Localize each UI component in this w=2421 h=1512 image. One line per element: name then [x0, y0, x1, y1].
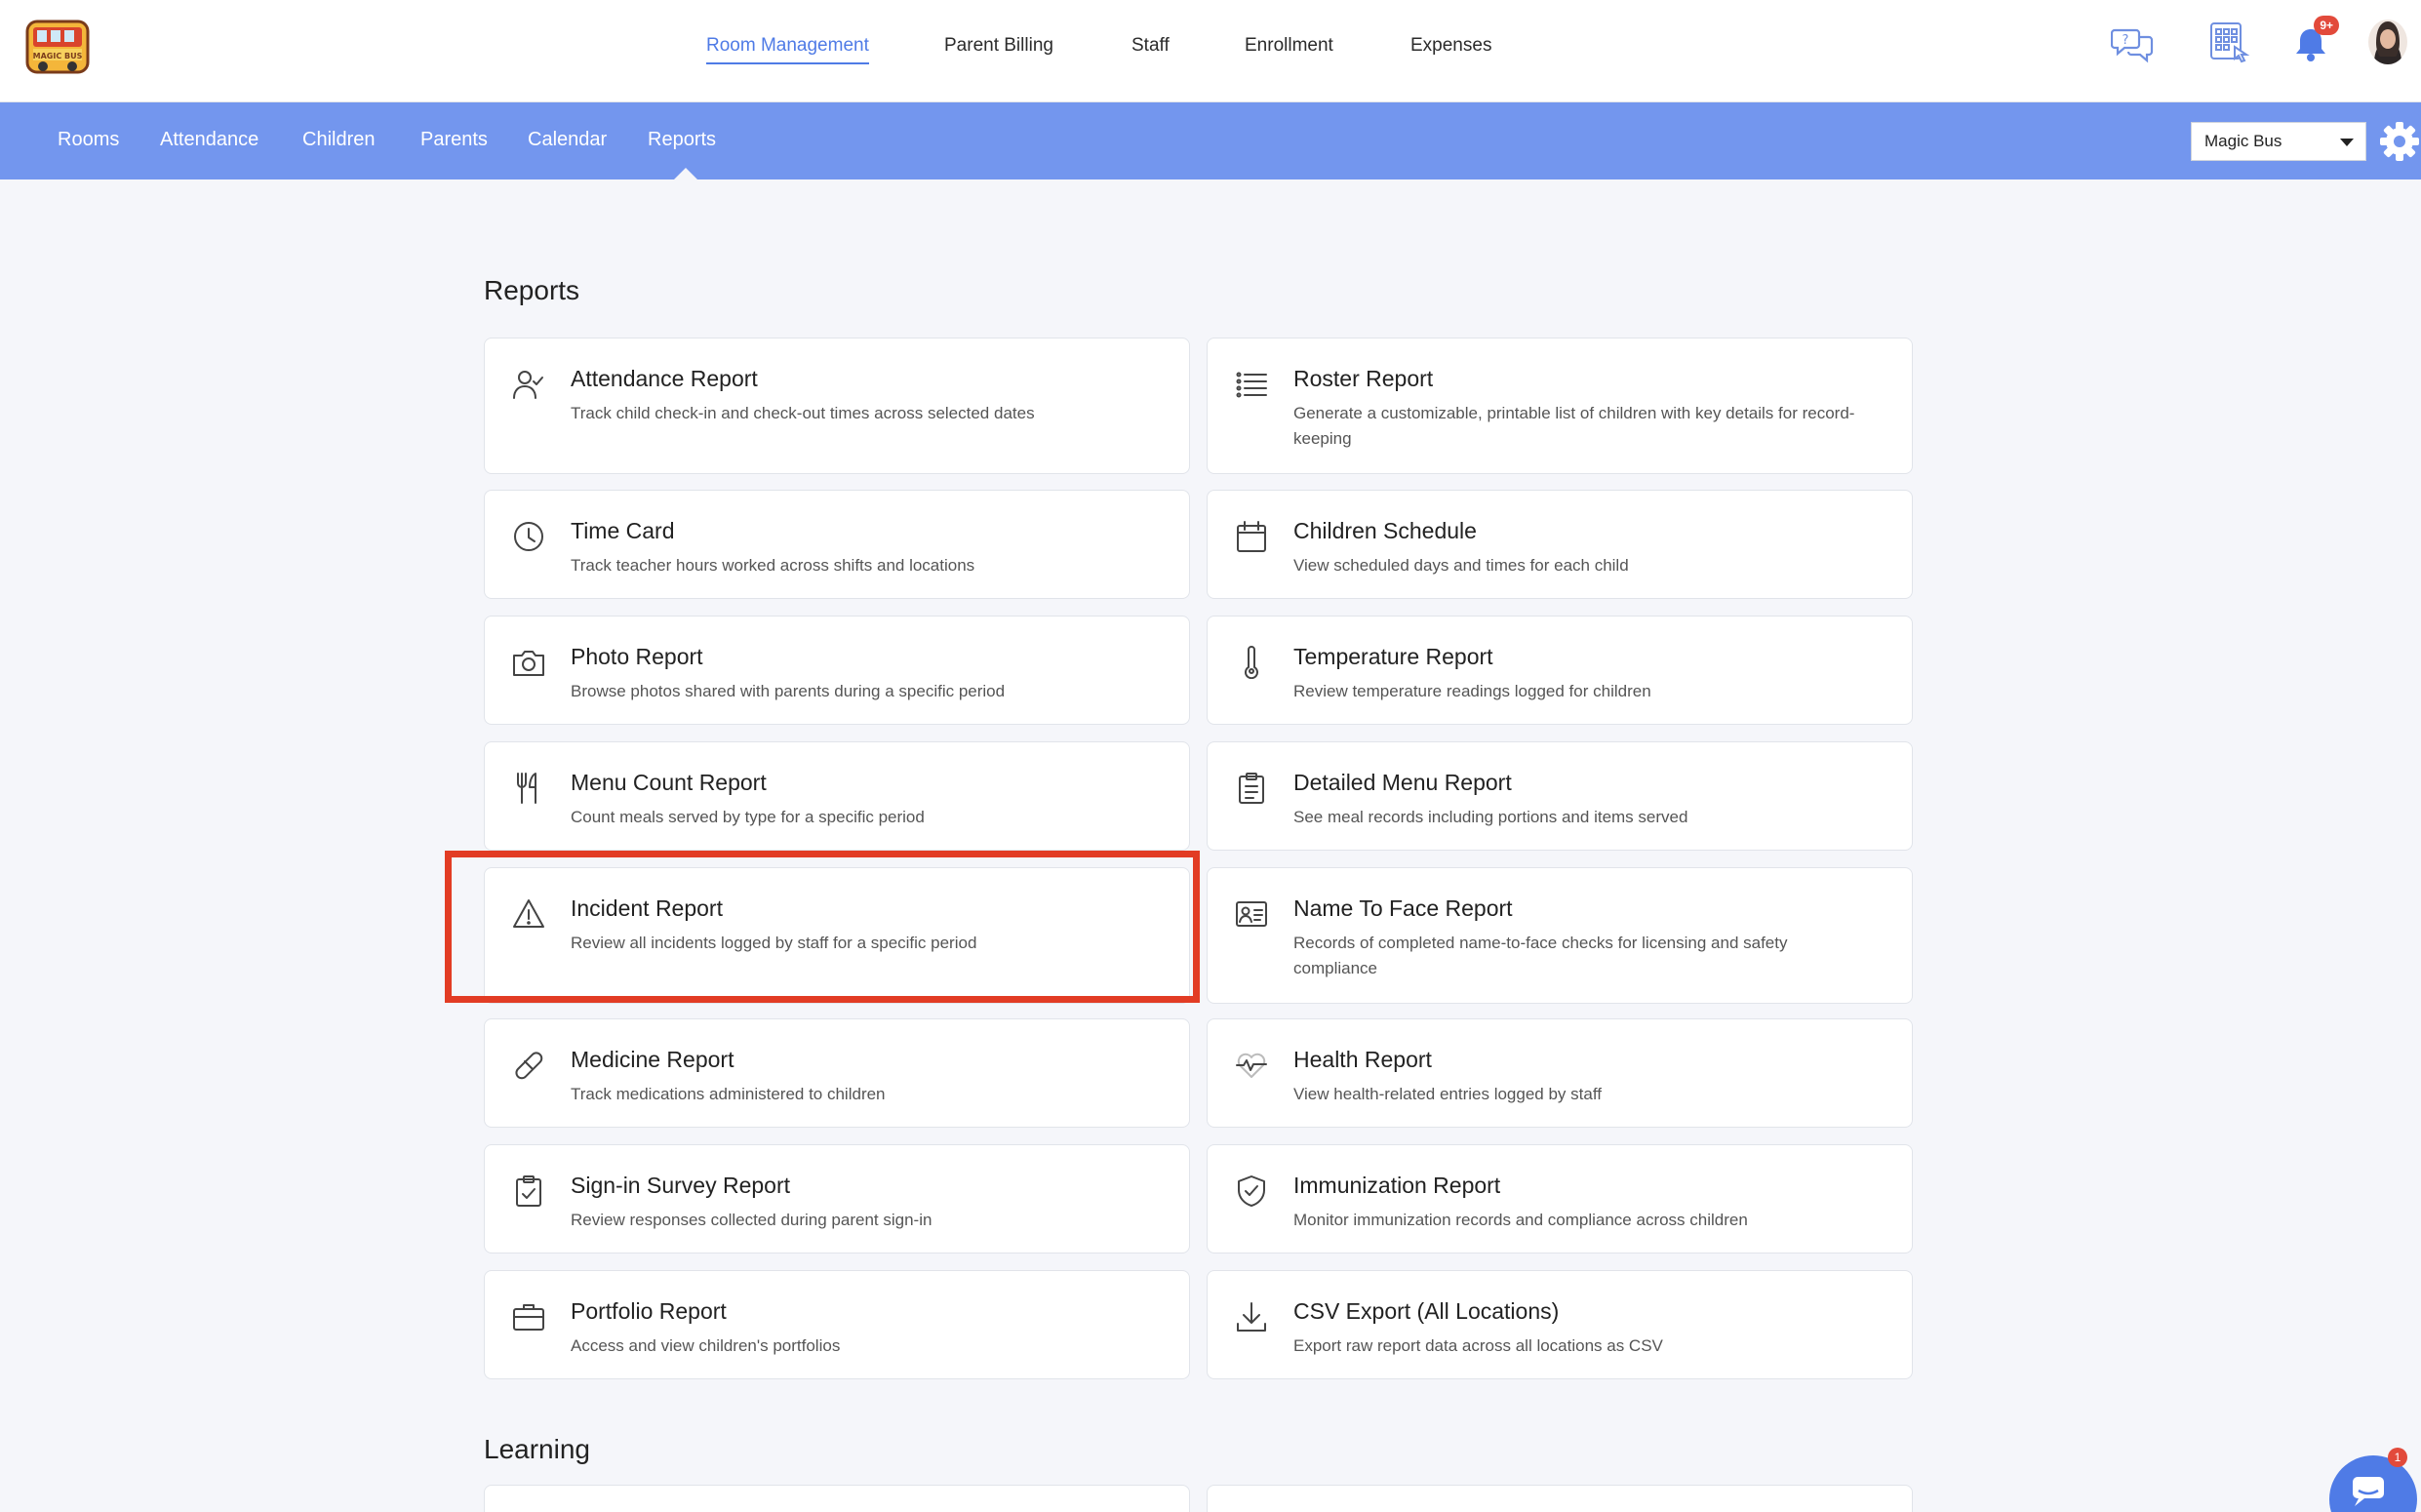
- report-card-roster-report[interactable]: Roster Report Generate a customizable, pr…: [1207, 338, 1913, 474]
- calendar-icon: [1235, 520, 1268, 553]
- report-card-description: Track child check-in and check-out times…: [571, 404, 1035, 422]
- report-card-children-schedule[interactable]: Children Schedule View scheduled days and…: [1207, 490, 1913, 599]
- report-card-description: Generate a customizable, printable list …: [1293, 404, 1855, 448]
- notification-badge: 9+: [2314, 16, 2339, 35]
- report-card-title: Incident Report: [571, 895, 723, 921]
- report-card-title: Roster Report: [1293, 366, 1434, 391]
- chat-badge: 1: [2388, 1448, 2407, 1467]
- clock-icon: [512, 520, 545, 553]
- report-card-medicine-report[interactable]: Medicine Report Track medications adminis…: [484, 1018, 1190, 1128]
- report-card-immunization-report[interactable]: Immunization Report Monitor immunization …: [1207, 1144, 1913, 1253]
- sub-nav: Rooms Attendance Children Parents Calend…: [0, 102, 2421, 180]
- report-card-portfolio-report[interactable]: Portfolio Report Access and view children…: [484, 1270, 1190, 1379]
- svg-text:?: ?: [2123, 33, 2129, 48]
- nav-parent-billing[interactable]: Parent Billing: [944, 35, 1053, 57]
- report-card-sign-in-survey-report[interactable]: Sign-in Survey Report Review responses co…: [484, 1144, 1190, 1253]
- location-select-value: Magic Bus: [2204, 132, 2282, 150]
- report-card-description: Review temperature readings logged for c…: [1293, 682, 1651, 700]
- pill-icon: [512, 1049, 545, 1082]
- report-card-title: Portfolio Report: [571, 1298, 727, 1324]
- subnav-calendar[interactable]: Calendar: [528, 129, 607, 151]
- report-card-description: Count meals served by type for a specifi…: [571, 808, 925, 826]
- learning-card[interactable]: [1207, 1485, 1913, 1512]
- report-card-title: Attendance Report: [571, 366, 758, 391]
- reports-heading: Reports: [484, 275, 580, 305]
- user-check-icon: [512, 368, 545, 401]
- report-card-title: Health Report: [1293, 1047, 1432, 1072]
- report-card-description: See meal records including portions and …: [1293, 808, 1688, 826]
- report-card-title: Immunization Report: [1293, 1173, 1501, 1198]
- report-card-description: View health-related entries logged by st…: [1293, 1085, 1602, 1103]
- report-card-incident-report[interactable]: Incident Report Review all incidents logg…: [484, 867, 1190, 1004]
- camera-icon: [512, 646, 545, 679]
- report-card-time-card[interactable]: Time Card Track teacher hours worked acro…: [484, 490, 1190, 599]
- report-card-temperature-report[interactable]: Temperature Report Review temperature rea…: [1207, 616, 1913, 725]
- gear-icon[interactable]: [2378, 120, 2421, 163]
- report-card-description: Review all incidents logged by staff for…: [571, 934, 977, 952]
- kiosk-keypad-icon[interactable]: [2204, 21, 2253, 66]
- report-card-detailed-menu-report[interactable]: Detailed Menu Report See meal records inc…: [1207, 741, 1913, 851]
- warning-icon: [512, 897, 545, 931]
- main-nav: Room Management Parent Billing Staff Enr…: [0, 0, 2421, 102]
- report-card-title: Name To Face Report: [1293, 895, 1513, 921]
- nav-enrollment[interactable]: Enrollment: [1245, 35, 1333, 57]
- report-card-title: Photo Report: [571, 644, 703, 669]
- subnav-children[interactable]: Children: [302, 129, 375, 151]
- nav-room-management[interactable]: Room Management: [706, 35, 869, 64]
- report-card-photo-report[interactable]: Photo Report Browse photos shared with pa…: [484, 616, 1190, 725]
- nav-expenses[interactable]: Expenses: [1410, 35, 1491, 57]
- report-card-description: Access and view children's portfolios: [571, 1336, 841, 1355]
- report-card-attendance-report[interactable]: Attendance Report Track child check-in an…: [484, 338, 1190, 474]
- report-card-description: Review responses collected during parent…: [571, 1211, 933, 1229]
- report-card-description: View scheduled days and times for each c…: [1293, 556, 1629, 575]
- report-card-health-report[interactable]: Health Report View health-related entries…: [1207, 1018, 1913, 1128]
- thermometer-icon: [1235, 646, 1268, 680]
- subnav-attendance[interactable]: Attendance: [160, 129, 258, 151]
- clipboard-list-icon: [1235, 772, 1268, 805]
- id-card-icon: [1235, 897, 1268, 931]
- subnav-rooms[interactable]: Rooms: [58, 129, 119, 151]
- help-chat-icon[interactable]: ?: [2109, 21, 2158, 66]
- location-select[interactable]: Magic Bus: [2191, 122, 2366, 161]
- bell-icon[interactable]: 9+: [2286, 16, 2339, 66]
- report-card-description: Export raw report data across all locati…: [1293, 1336, 1663, 1355]
- subnav-parents[interactable]: Parents: [420, 129, 488, 151]
- report-card-title: Menu Count Report: [571, 770, 767, 795]
- report-card-title: Temperature Report: [1293, 644, 1493, 669]
- learning-card[interactable]: [484, 1485, 1190, 1512]
- utensils-icon: [512, 772, 545, 805]
- report-card-title: Medicine Report: [571, 1047, 734, 1072]
- report-card-title: Children Schedule: [1293, 518, 1477, 543]
- heartbeat-icon: [1235, 1049, 1268, 1082]
- caret-down-icon: [2340, 139, 2354, 146]
- report-card-description: Monitor immunization records and complia…: [1293, 1211, 1748, 1229]
- report-card-title: CSV Export (All Locations): [1293, 1298, 1560, 1324]
- report-card-description: Browse photos shared with parents during…: [571, 682, 1006, 700]
- report-card-menu-count-report[interactable]: Menu Count Report Count meals served by t…: [484, 741, 1190, 851]
- report-card-description: Track teacher hours worked across shifts…: [571, 556, 975, 575]
- nav-staff[interactable]: Staff: [1131, 35, 1170, 57]
- report-card-title: Time Card: [571, 518, 675, 543]
- active-tab-pointer: [673, 168, 698, 180]
- clipboard-check-icon: [512, 1174, 545, 1208]
- report-card-description: Records of completed name-to-face checks…: [1293, 934, 1788, 977]
- report-card-title: Detailed Menu Report: [1293, 770, 1512, 795]
- report-card-name-to-face-report[interactable]: Name To Face Report Records of completed …: [1207, 867, 1913, 1004]
- briefcase-icon: [512, 1300, 545, 1333]
- report-card-description: Track medications administered to childr…: [571, 1085, 886, 1103]
- subnav-reports[interactable]: Reports: [648, 129, 716, 151]
- user-avatar[interactable]: [2368, 20, 2407, 64]
- download-icon: [1235, 1300, 1268, 1333]
- report-card-csv-export-all-locations[interactable]: CSV Export (All Locations) Export raw rep…: [1207, 1270, 1913, 1379]
- learning-heading: Learning: [484, 1434, 590, 1464]
- shield-check-icon: [1235, 1174, 1268, 1208]
- list-icon: [1235, 368, 1268, 401]
- report-card-title: Sign-in Survey Report: [571, 1173, 790, 1198]
